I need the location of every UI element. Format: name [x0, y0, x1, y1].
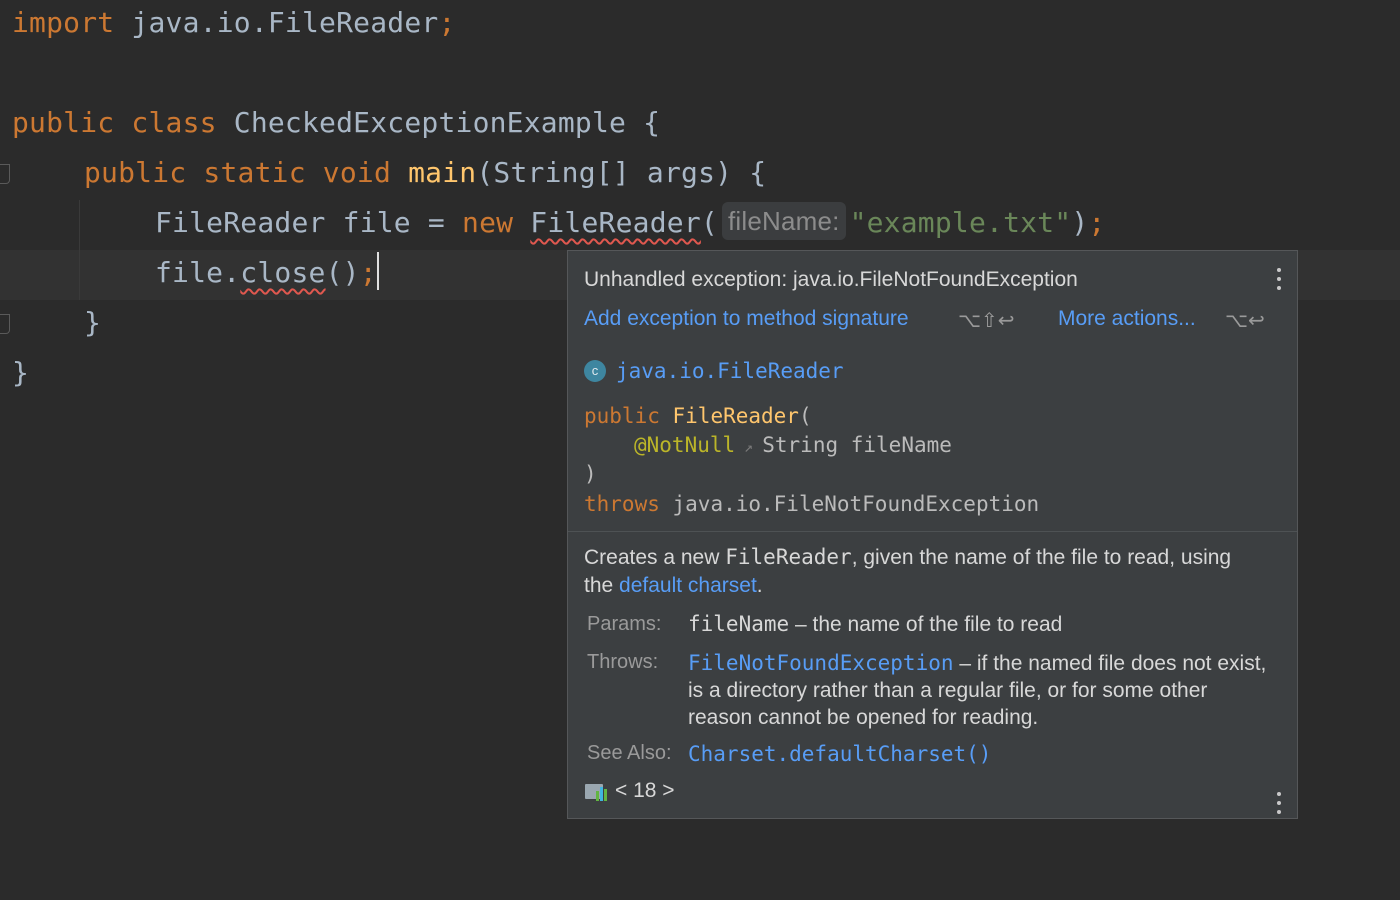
- see-also-label: See Also:: [587, 742, 672, 764]
- semicolon: ;: [438, 6, 456, 39]
- throws-keyword: throws: [584, 492, 660, 516]
- error-method-call[interactable]: close: [240, 256, 325, 289]
- code-line-4[interactable]: public static void main(String[] args) {: [84, 148, 766, 198]
- exception-type: java.io.FileNotFoundException: [672, 492, 1040, 516]
- params-label: Params:: [587, 613, 662, 635]
- more-options-icon[interactable]: [1276, 792, 1282, 814]
- keyword: public static void: [84, 156, 392, 189]
- code-line-7[interactable]: }: [84, 298, 101, 348]
- more-actions-link[interactable]: More actions...: [1058, 307, 1196, 331]
- default-charset-link[interactable]: default charset: [619, 574, 757, 597]
- fold-marker-icon[interactable]: [0, 314, 10, 334]
- external-link-icon: ↗: [735, 438, 763, 456]
- class-icon: c: [584, 360, 606, 382]
- parameter-hint: fileName:: [721, 202, 846, 240]
- more-options-icon[interactable]: [1276, 268, 1282, 290]
- paren: (): [325, 256, 360, 289]
- error-message: Unhandled exception: java.io.FileNotFoun…: [584, 268, 1078, 291]
- doc-description: Creates a new FileReader, given the name…: [584, 545, 1232, 597]
- semicolon: ;: [1088, 206, 1106, 239]
- code-line-3[interactable]: public class CheckedExceptionExample {: [12, 98, 660, 148]
- error-section: Unhandled exception: java.io.FileNotFoun…: [568, 251, 1297, 350]
- code-text: FileReader file =: [155, 206, 463, 239]
- signature-section: c java.io.FileReader public FileReader( …: [568, 349, 1297, 532]
- text-caret: [376, 252, 379, 290]
- jdk-version: < 18 >: [615, 779, 675, 802]
- modifier: public: [584, 404, 660, 428]
- closing-brace: }: [12, 356, 30, 389]
- method-name: main: [408, 156, 477, 189]
- error-constructor[interactable]: FileReader: [530, 206, 701, 239]
- see-also-value: Charset.defaultCharset(): [688, 741, 1268, 768]
- throws-label: Throws:: [587, 651, 659, 673]
- code-text: java.io.FileReader: [114, 6, 439, 39]
- paren: (: [798, 404, 812, 428]
- string-literal: "example.txt": [849, 206, 1072, 239]
- code-line-1[interactable]: import java.io.FileReader;: [12, 0, 456, 48]
- fix-shortcut: ⌥⇧↩: [958, 308, 1015, 332]
- jdk-version-row: < 18 >: [585, 779, 675, 803]
- paren: (: [700, 206, 718, 239]
- documentation-section: Creates a new FileReader, given the name…: [568, 532, 1297, 818]
- signature-line-2: @NotNull ↗ String fileName: [634, 433, 952, 457]
- annotation[interactable]: @NotNull: [634, 433, 735, 457]
- keyword: public class: [12, 106, 217, 139]
- charset-default-link[interactable]: Charset.defaultCharset(): [688, 742, 991, 766]
- code-text: (String[] args) {: [476, 156, 767, 189]
- signature-line-1: public FileReader(: [584, 404, 812, 428]
- signature-line-4: throws java.io.FileNotFoundException: [584, 492, 1039, 516]
- class-name-link[interactable]: java.io.FileReader: [616, 359, 844, 383]
- code-line-8[interactable]: }: [12, 348, 29, 398]
- keyword: import: [12, 6, 115, 39]
- quick-doc-popup[interactable]: Unhandled exception: java.io.FileNotFoun…: [567, 250, 1298, 819]
- paren: ): [1071, 206, 1089, 239]
- indent-guide: [79, 200, 80, 300]
- parameter: String fileName: [762, 433, 952, 457]
- constructor-name: FileReader: [672, 404, 799, 428]
- class-reference: c java.io.FileReader: [584, 359, 844, 383]
- code-text: CheckedExceptionExample {: [216, 106, 661, 139]
- add-exception-action[interactable]: Add exception to method signature: [584, 307, 909, 331]
- code-text: file.: [155, 256, 241, 289]
- closing-brace: }: [84, 306, 102, 339]
- more-actions-shortcut: ⌥↩: [1225, 308, 1265, 332]
- params-value: fileName – the name of the file to read: [688, 612, 1063, 636]
- signature-line-3: ): [584, 462, 597, 486]
- code-line-5[interactable]: FileReader file = new FileReader(fileNam…: [155, 198, 1105, 248]
- throws-value: FileNotFoundException – if the named fil…: [688, 651, 1267, 729]
- semicolon: ;: [359, 256, 377, 289]
- exception-link[interactable]: FileNotFoundException: [688, 651, 954, 675]
- jdk-library-icon: [585, 781, 609, 801]
- fold-marker-icon[interactable]: [0, 164, 10, 184]
- code-line-6[interactable]: file.close();: [155, 248, 379, 298]
- keyword: new: [462, 206, 514, 239]
